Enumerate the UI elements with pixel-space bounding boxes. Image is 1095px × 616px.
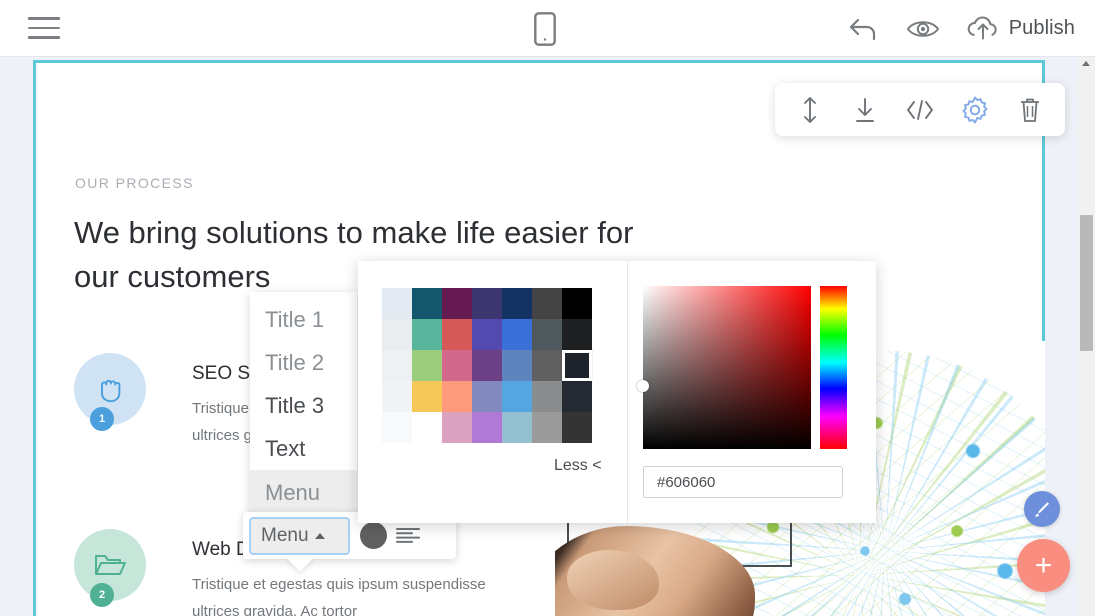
color-swatch[interactable] [532,412,562,443]
text-style-select-value: Menu [261,525,309,547]
color-picker-popover: Less < #606060 [358,261,876,523]
cloud-upload-icon [966,16,1000,42]
color-swatch[interactable] [532,381,562,412]
color-swatch[interactable] [382,350,412,381]
style-option-text[interactable]: Text [250,427,357,470]
trash-glyph [1018,96,1042,124]
color-swatch-grid [382,288,592,443]
less-toggle-link[interactable]: Less < [554,457,602,475]
color-swatch[interactable] [412,381,442,412]
caret-up-icon [315,533,325,539]
text-align-left-icon[interactable] [391,521,425,551]
paint-brush-icon [1032,499,1052,519]
color-swatch[interactable] [562,319,592,350]
color-swatch[interactable] [532,288,562,319]
scroll-up-arrow-icon[interactable] [1082,61,1090,66]
color-swatch[interactable] [472,288,502,319]
color-swatch[interactable] [412,350,442,381]
text-style-dropdown-menu: Title 1 Title 2 Title 3 Text Menu [250,292,357,516]
color-swatch[interactable] [472,412,502,443]
text-color-swatch[interactable] [360,522,387,549]
undo-arrow-icon[interactable] [846,12,880,46]
feature-badge: 1 [90,407,114,431]
publish-label: Publish [1009,17,1075,40]
align-left-glyph [395,526,421,546]
sv-cursor-handle[interactable] [637,380,649,392]
website-builder-app: Publish OUR PROCESS We bring solutions t… [0,0,1095,616]
style-option-title3[interactable]: Title 3 [250,384,357,427]
gear-glyph [961,96,989,124]
mobile-device-icon[interactable] [531,11,559,47]
feature-badge: 2 [90,583,114,607]
color-swatch[interactable] [532,319,562,350]
color-swatch[interactable] [412,288,442,319]
style-option-menu[interactable]: Menu [250,470,357,516]
color-swatch[interactable] [382,412,412,443]
color-swatch[interactable] [532,350,562,381]
publish-button[interactable]: Publish [966,16,1075,42]
code-glyph [905,98,935,122]
code-icon[interactable] [899,89,941,131]
theme-brush-fab[interactable] [1024,491,1060,527]
move-vertical-icon[interactable] [789,89,831,131]
vertical-scrollbar[interactable] [1078,57,1095,616]
style-option-title1[interactable]: Title 1 [250,298,357,341]
hand-grab-icon [93,372,127,406]
color-swatch[interactable] [442,350,472,381]
color-swatch[interactable] [562,412,592,443]
eye-preview-icon[interactable] [906,12,940,46]
color-swatch[interactable] [382,319,412,350]
color-swatch[interactable] [502,350,532,381]
section-eyebrow[interactable]: OUR PROCESS [75,175,194,191]
top-toolbar: Publish [0,0,1095,57]
color-swatch[interactable] [442,288,472,319]
color-picker-palette-pane: Less < [358,261,628,523]
color-swatch[interactable] [562,288,592,319]
color-swatch[interactable] [412,412,442,443]
delete-trash-icon[interactable] [1009,89,1051,131]
color-swatch[interactable] [502,319,532,350]
element-actions-toolbar [775,83,1065,136]
color-swatch[interactable] [442,381,472,412]
color-swatch[interactable] [472,350,502,381]
color-swatch[interactable] [502,288,532,319]
hex-color-input[interactable]: #606060 [643,466,843,498]
color-swatch[interactable] [502,412,532,443]
color-swatch[interactable] [412,319,442,350]
text-style-select[interactable]: Menu [249,517,350,555]
download-glyph [853,96,877,124]
saturation-value-square[interactable] [643,286,811,449]
color-swatch[interactable] [442,319,472,350]
mobile-device-glyph [534,12,556,46]
color-swatch[interactable] [382,381,412,412]
hamburger-menu-icon[interactable] [28,14,60,42]
color-swatch[interactable] [562,350,592,381]
color-swatch[interactable] [442,412,472,443]
color-picker-custom-pane: #606060 [628,261,876,523]
add-element-fab[interactable]: + [1017,539,1070,592]
color-swatch[interactable] [502,381,532,412]
folder-open-icon [92,549,128,581]
settings-gear-icon[interactable] [954,89,996,131]
move-vertical-glyph [799,95,821,125]
feature-body[interactable]: Tristique et egestas quis ipsum suspendi… [192,571,522,616]
style-option-title2[interactable]: Title 2 [250,341,357,384]
eye-glyph [906,17,940,41]
hue-slider[interactable] [820,286,847,449]
color-swatch[interactable] [472,319,502,350]
scrollbar-thumb[interactable] [1080,215,1093,351]
color-swatch[interactable] [382,288,412,319]
color-swatch[interactable] [562,381,592,412]
download-icon[interactable] [844,89,886,131]
color-swatch[interactable] [472,381,502,412]
undo-glyph [848,16,878,42]
top-right-actions: Publish [846,0,1075,57]
